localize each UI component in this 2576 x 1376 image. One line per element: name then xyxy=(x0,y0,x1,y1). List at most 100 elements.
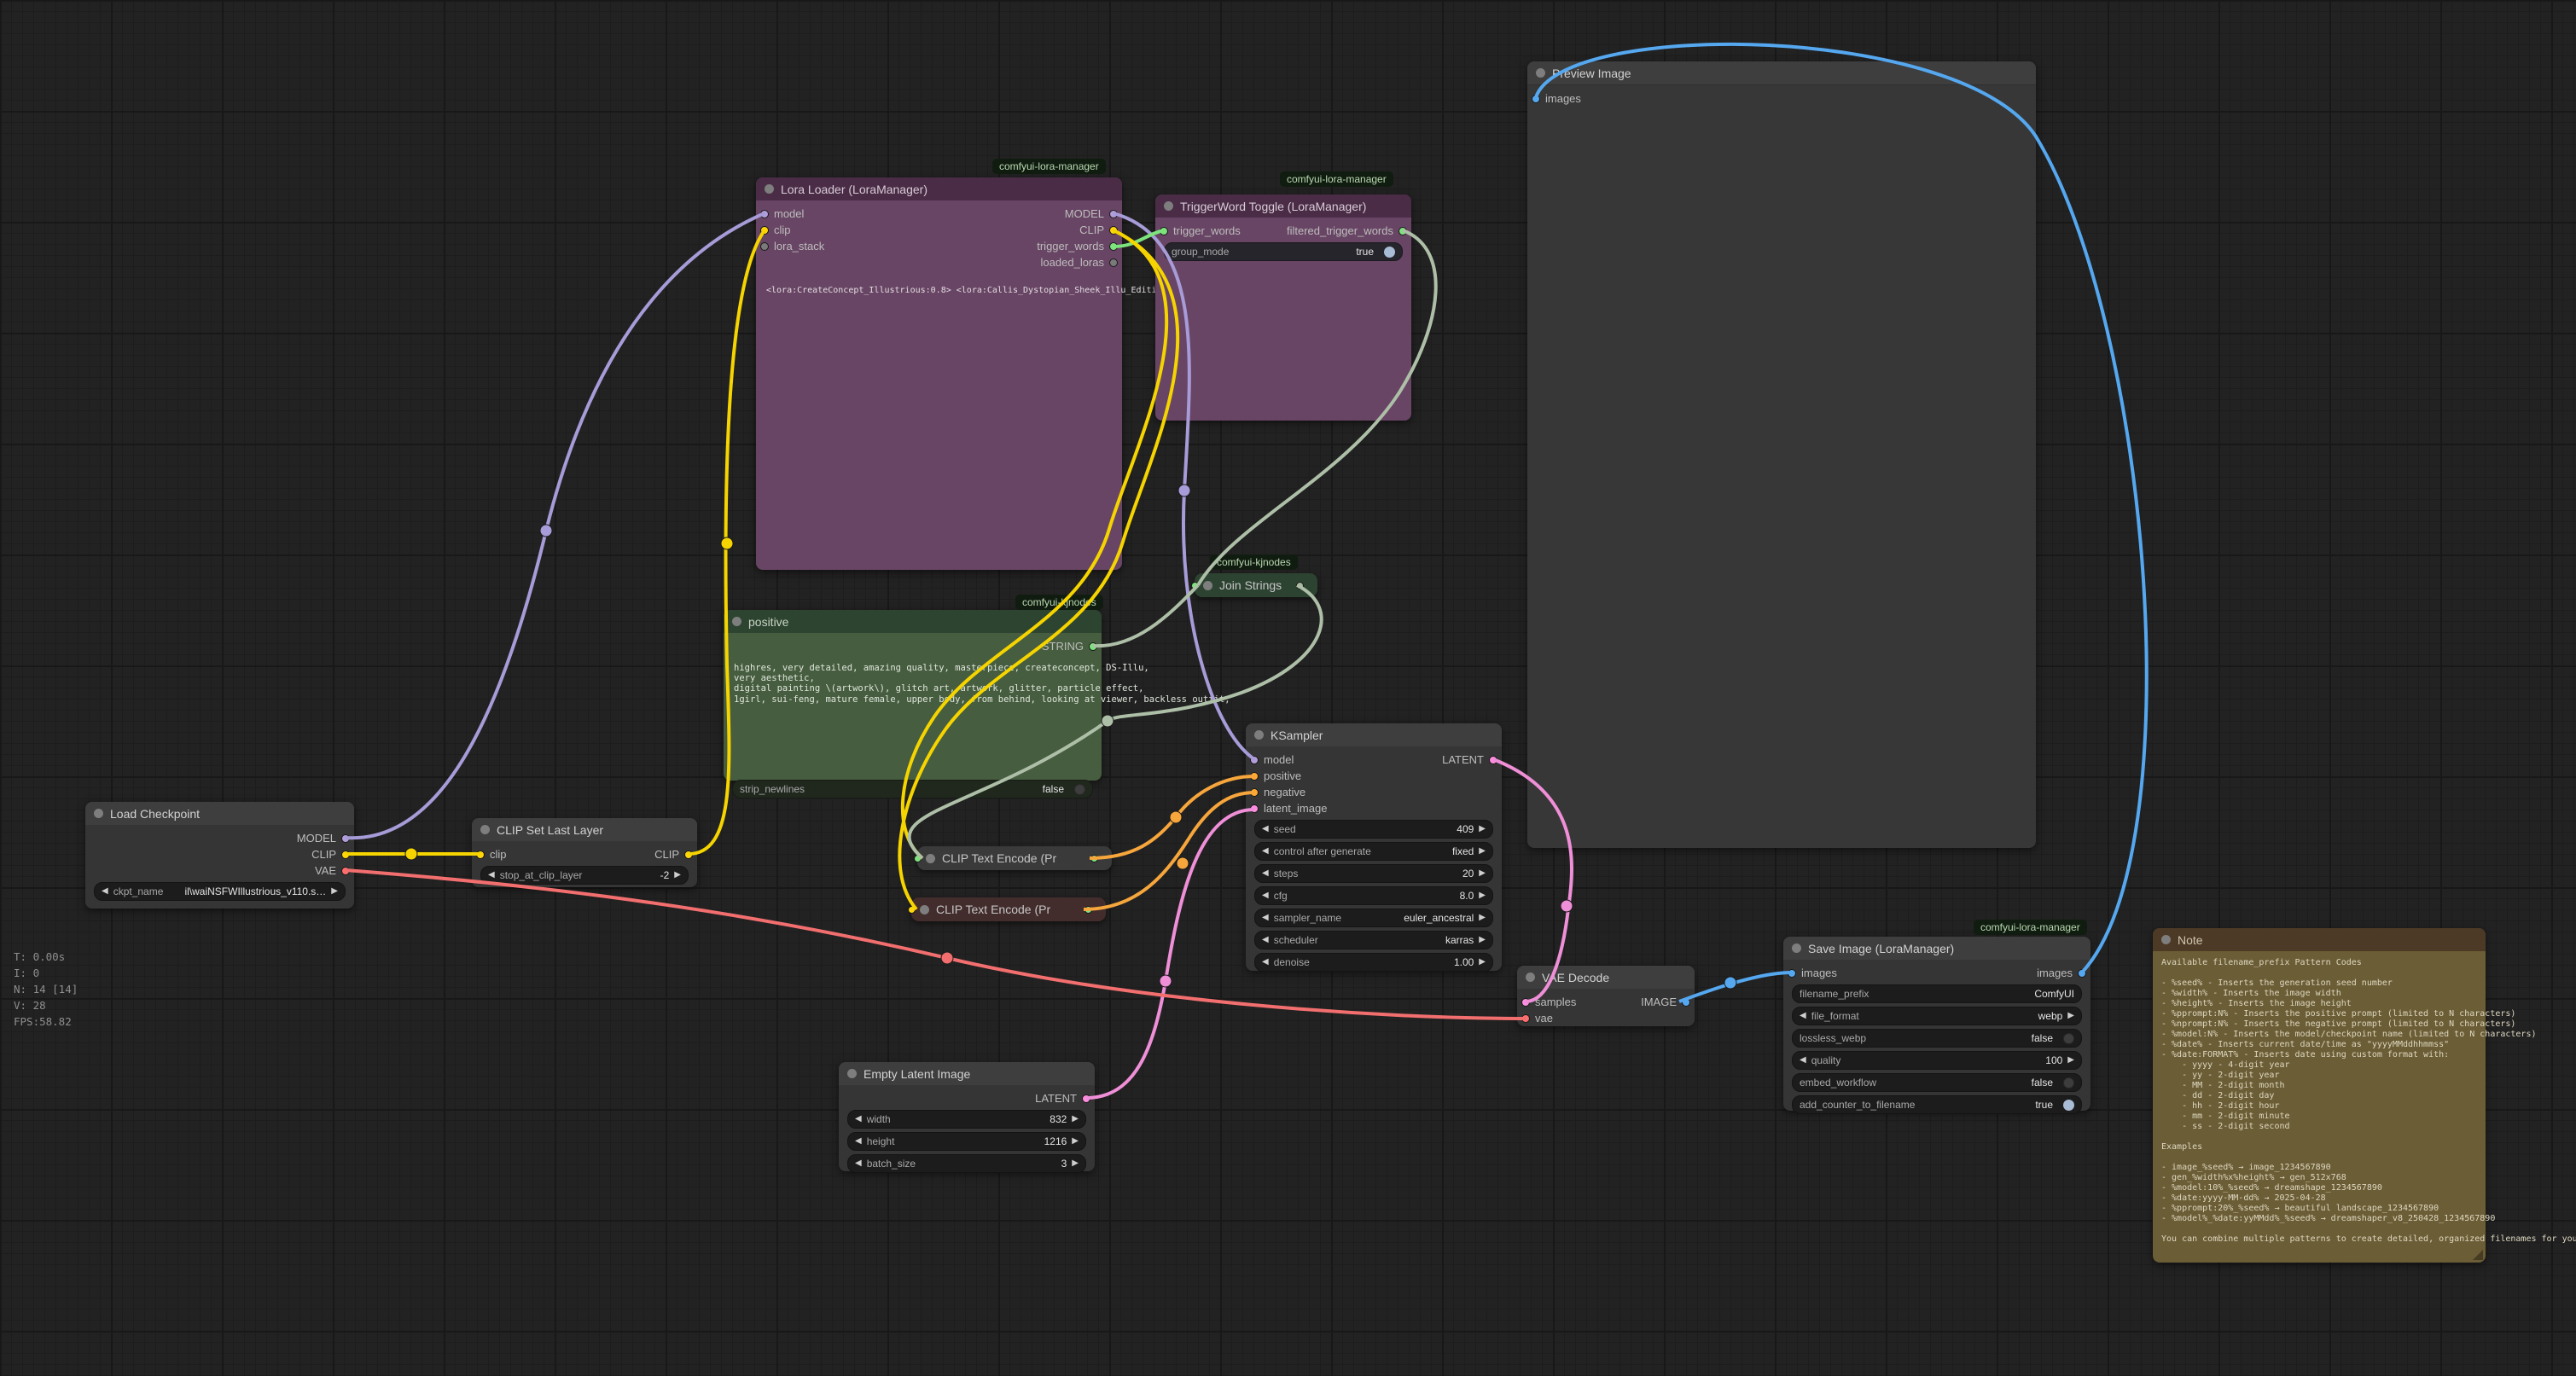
node-title-bar[interactable]: Lora Loader (LoraManager) xyxy=(756,177,1122,200)
clip-output-port[interactable] xyxy=(1109,226,1118,235)
collapse-dot-icon[interactable] xyxy=(1536,68,1545,78)
node-positive-prompt[interactable]: positive STRING highres, very detailed, … xyxy=(724,610,1102,781)
clip-input-port[interactable] xyxy=(476,851,485,859)
prev-arrow-icon[interactable]: ◀ xyxy=(1262,847,1269,856)
toggle-on-icon[interactable] xyxy=(1384,247,1395,258)
resize-handle-icon[interactable] xyxy=(2473,1250,2483,1260)
next-arrow-icon[interactable]: ▶ xyxy=(1072,1159,1079,1168)
model-output-port[interactable] xyxy=(1109,210,1118,218)
next-arrow-icon[interactable]: ▶ xyxy=(674,871,681,880)
group-mode-toggle[interactable]: group_mode true xyxy=(1164,242,1403,261)
node-join-strings[interactable]: Join Strings xyxy=(1195,573,1317,597)
latent-output-port[interactable] xyxy=(1489,756,1497,764)
node-title-bar[interactable]: Empty Latent Image xyxy=(839,1062,1095,1085)
toggle-off-icon[interactable] xyxy=(2063,1077,2074,1089)
vae-input-port[interactable] xyxy=(1521,1014,1530,1023)
collapse-dot-icon[interactable] xyxy=(1254,730,1264,740)
node-load-checkpoint[interactable]: Load Checkpoint MODEL CLIP VAE ◀ ckpt_na… xyxy=(85,802,354,909)
node-note[interactable]: Note Available filename_prefix Pattern C… xyxy=(2153,928,2486,1263)
node-clip-text-encode-positive[interactable]: CLIP Text Encode (Pr xyxy=(917,846,1112,870)
prev-arrow-icon[interactable]: ◀ xyxy=(1262,869,1269,878)
ckpt-name-widget[interactable]: ◀ ckpt_name il\waiNSFWIllustrious_v110.s… xyxy=(94,882,346,901)
reroute-dot[interactable] xyxy=(540,525,552,537)
next-arrow-icon[interactable]: ▶ xyxy=(2067,1056,2074,1065)
reroute-dot[interactable] xyxy=(1102,715,1114,727)
node-save-image[interactable]: Save Image (LoraManager) images images f… xyxy=(1783,937,2090,1111)
filename-prefix-widget[interactable]: filename_prefixComfyUI xyxy=(1792,984,2082,1003)
collapsed-output-port[interactable] xyxy=(1090,855,1098,862)
sampler-name-widget[interactable]: ◀sampler_nameeuler_ancestral▶ xyxy=(1254,909,1493,927)
next-arrow-icon[interactable]: ▶ xyxy=(1072,1115,1079,1123)
collapse-dot-icon[interactable] xyxy=(1792,943,1801,953)
reroute-dot[interactable] xyxy=(405,848,417,860)
node-title-bar[interactable]: Note xyxy=(2153,928,2486,951)
batch-size-widget[interactable]: ◀batch_size3▶ xyxy=(847,1154,1086,1173)
next-arrow-icon[interactable]: ▶ xyxy=(1072,1137,1079,1146)
reroute-dot[interactable] xyxy=(1724,977,1736,989)
prompt-text-widget[interactable]: highres, very detailed, amazing quality,… xyxy=(724,663,1102,705)
prev-arrow-icon[interactable]: ◀ xyxy=(1262,936,1269,944)
collapse-dot-icon[interactable] xyxy=(480,825,490,834)
stop-at-clip-layer-widget[interactable]: ◀ stop_at_clip_layer -2 ▶ xyxy=(480,866,689,885)
seed-widget[interactable]: ◀seed409▶ xyxy=(1254,820,1493,839)
lora-stack-input-port[interactable] xyxy=(760,242,769,251)
reroute-dot[interactable] xyxy=(941,952,953,964)
prev-arrow-icon[interactable]: ◀ xyxy=(1262,825,1269,833)
prev-arrow-icon[interactable]: ◀ xyxy=(1262,891,1269,900)
trigger-words-output-port[interactable] xyxy=(1109,242,1118,251)
prev-arrow-icon[interactable]: ◀ xyxy=(488,871,495,880)
collapse-dot-icon[interactable] xyxy=(847,1069,857,1078)
cfg-widget[interactable]: ◀cfg8.0▶ xyxy=(1254,886,1493,905)
node-vae-decode[interactable]: VAE Decode samples IMAGE vae xyxy=(1517,966,1695,1026)
node-triggerword-toggle[interactable]: TriggerWord Toggle (LoraManager) trigger… xyxy=(1155,194,1411,421)
toggle-on-icon[interactable] xyxy=(2063,1100,2074,1111)
loaded-loras-output-port[interactable] xyxy=(1109,258,1118,267)
node-title-bar[interactable]: VAE Decode xyxy=(1517,966,1695,989)
toggle-off-icon[interactable] xyxy=(1074,784,1085,795)
prev-arrow-icon[interactable]: ◀ xyxy=(1262,958,1269,967)
next-arrow-icon[interactable]: ▶ xyxy=(331,887,338,896)
node-empty-latent-image[interactable]: Empty Latent Image LATENT ◀width832▶ ◀he… xyxy=(839,1062,1095,1171)
latent-output-port[interactable] xyxy=(1082,1094,1090,1103)
prev-arrow-icon[interactable]: ◀ xyxy=(1800,1056,1806,1065)
images-input-port[interactable] xyxy=(1532,95,1540,103)
toggle-off-icon[interactable] xyxy=(2063,1033,2074,1044)
collapse-dot-icon[interactable] xyxy=(1526,972,1535,982)
node-lora-loader[interactable]: Lora Loader (LoraManager) model MODEL cl… xyxy=(756,177,1122,570)
steps-widget[interactable]: ◀steps20▶ xyxy=(1254,864,1493,883)
quality-widget[interactable]: ◀quality100▶ xyxy=(1792,1051,2082,1070)
clip-output-port[interactable] xyxy=(341,851,350,859)
height-widget[interactable]: ◀height1216▶ xyxy=(847,1132,1086,1151)
node-title-bar[interactable]: Load Checkpoint xyxy=(85,802,354,825)
prev-arrow-icon[interactable]: ◀ xyxy=(1800,1012,1806,1020)
trigger-words-input-port[interactable] xyxy=(1160,227,1168,235)
node-title-bar[interactable]: CLIP Set Last Layer xyxy=(472,818,697,841)
clip-output-port[interactable] xyxy=(684,851,693,859)
collapsed-output-port[interactable] xyxy=(1296,582,1304,589)
model-input-port[interactable] xyxy=(760,210,769,218)
vae-output-port[interactable] xyxy=(341,867,350,875)
string-output-port[interactable] xyxy=(1089,642,1097,651)
reroute-dot[interactable] xyxy=(721,537,733,549)
next-arrow-icon[interactable]: ▶ xyxy=(1479,869,1486,878)
next-arrow-icon[interactable]: ▶ xyxy=(2067,1012,2074,1020)
node-title-bar[interactable]: positive xyxy=(724,610,1102,633)
reroute-dot[interactable] xyxy=(1177,857,1189,869)
next-arrow-icon[interactable]: ▶ xyxy=(1479,914,1486,922)
lora-text-widget[interactable]: <lora:CreateConcept_Illustrious:0.8> <lo… xyxy=(756,286,1122,296)
collapse-dot-icon[interactable] xyxy=(1203,581,1212,590)
collapse-dot-icon[interactable] xyxy=(920,905,929,914)
images-input-port[interactable] xyxy=(1788,969,1796,978)
samples-input-port[interactable] xyxy=(1521,998,1530,1007)
image-output-port[interactable] xyxy=(1682,998,1690,1007)
collapse-dot-icon[interactable] xyxy=(732,617,741,626)
positive-input-port[interactable] xyxy=(1250,772,1259,781)
node-title-bar[interactable]: KSampler xyxy=(1246,723,1502,746)
collapsed-input-port[interactable] xyxy=(908,906,916,914)
next-arrow-icon[interactable]: ▶ xyxy=(1479,847,1486,856)
width-widget[interactable]: ◀width832▶ xyxy=(847,1110,1086,1129)
collapse-dot-icon[interactable] xyxy=(2161,935,2171,944)
reroute-dot[interactable] xyxy=(1561,900,1573,912)
collapse-dot-icon[interactable] xyxy=(765,184,774,194)
clip-input-port[interactable] xyxy=(760,226,769,235)
